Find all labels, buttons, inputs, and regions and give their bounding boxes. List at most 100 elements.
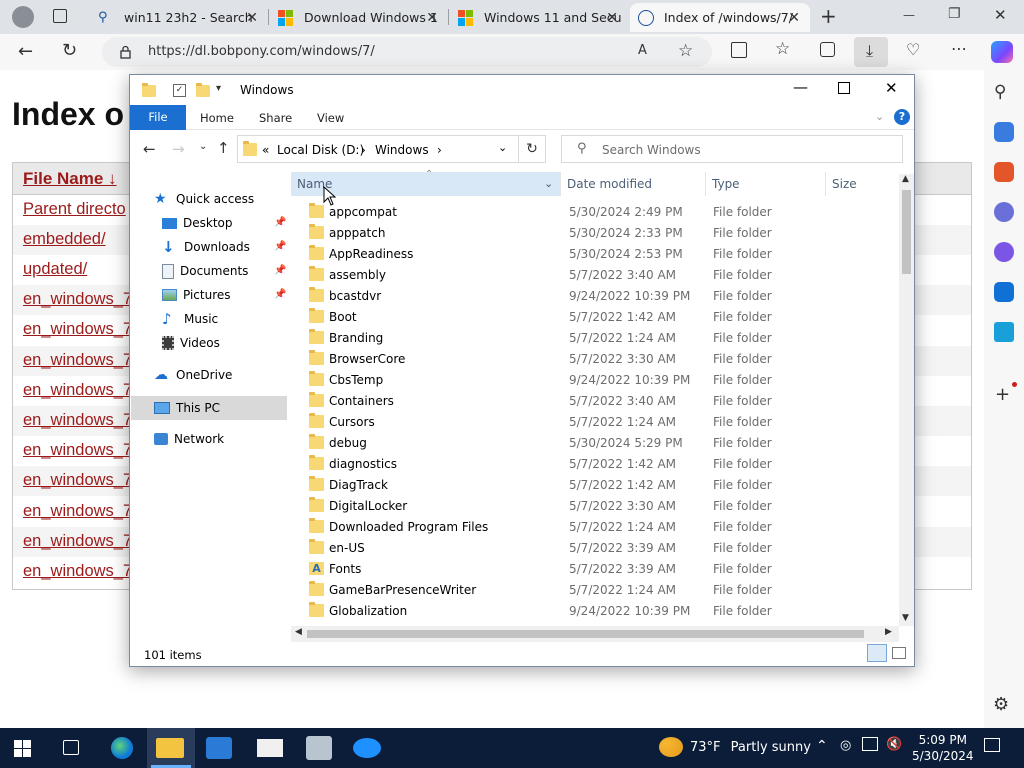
search-box[interactable]: ⚲ Search Windows	[561, 135, 903, 163]
favorite-star-icon[interactable]: ☆	[678, 41, 693, 61]
large-icons-view-icon[interactable]	[892, 647, 906, 659]
pin-icon[interactable]: 📌	[274, 265, 286, 276]
refresh-button[interactable]: ↻	[519, 135, 546, 163]
read-aloud-icon[interactable]: A	[638, 43, 647, 58]
search-icon[interactable]: ⚲	[994, 82, 1006, 102]
file-row[interactable]: debug 5/30/2024 5:29 PM File folder	[291, 433, 899, 454]
scroll-down-icon[interactable]: ▼	[902, 613, 909, 623]
column-dropdown-icon[interactable]: ⌄	[544, 172, 553, 196]
weather-widget[interactable]: 73°F Partly sunny	[690, 740, 811, 755]
tab-index-of-windows[interactable]: Index of /windows/7/ ✕	[630, 3, 810, 32]
row-link[interactable]: embedded/	[23, 230, 106, 249]
file-row[interactable]: AppReadiness 5/30/2024 2:53 PM File folder	[291, 244, 899, 265]
refresh-icon[interactable]: ↻	[62, 40, 77, 61]
row-link[interactable]: en_windows_7	[23, 562, 132, 581]
file-row[interactable]: Containers 5/7/2022 3:40 AM File folder	[291, 391, 899, 412]
show-hidden-icons-chevron-icon[interactable]: ⌃	[816, 738, 828, 754]
column-size[interactable]: Size	[826, 172, 899, 196]
ribbon-tab-view[interactable]: View	[317, 111, 344, 125]
browser-essentials-icon[interactable]: ♡	[906, 40, 920, 59]
file-row[interactable]: assembly 5/7/2022 3:40 AM File folder	[291, 265, 899, 286]
start-button[interactable]	[14, 740, 32, 757]
close-button[interactable]: ✕	[885, 79, 898, 97]
expand-ribbon-icon[interactable]: ⌄	[875, 110, 884, 123]
file-row[interactable]: Globalization 9/24/2022 10:39 PM File fold…	[291, 601, 899, 622]
breadcrumb-overflow[interactable]: «	[262, 143, 269, 157]
file-row[interactable]: apppatch 5/30/2024 2:33 PM File folder	[291, 223, 899, 244]
network-tray-icon[interactable]	[862, 737, 878, 751]
more-menu-icon[interactable]: ⋯	[951, 39, 967, 58]
breadcrumb-local-disk[interactable]: Local Disk (D:)	[277, 143, 364, 157]
nav-desktop[interactable]: Desktop	[162, 212, 233, 234]
ribbon-tab-file[interactable]: File	[130, 105, 186, 130]
nav-documents[interactable]: Documents	[162, 260, 248, 282]
add-sidebar-app-icon[interactable]: +	[995, 384, 1010, 405]
new-tab-button[interactable]: +	[820, 4, 837, 28]
health-app-icon[interactable]	[353, 738, 381, 758]
row-link[interactable]: en_windows_7	[23, 381, 132, 400]
tab-search[interactable]: ⚲ win11 23h2 - Search ✕	[90, 3, 268, 32]
file-row[interactable]: Downloaded Program Files 5/7/2022 1:24 AM…	[291, 517, 899, 538]
nav-videos[interactable]: Videos	[162, 332, 220, 354]
row-link[interactable]: Parent directo	[23, 200, 126, 219]
scroll-left-icon[interactable]: ◀	[295, 627, 302, 637]
horizontal-scrollbar[interactable]: ◀ ▶	[291, 626, 899, 642]
weather-icon[interactable]	[659, 737, 683, 757]
downloads-button[interactable]: ⤓	[854, 37, 888, 67]
games-icon[interactable]	[994, 202, 1014, 222]
minimize-button[interactable]: —	[793, 78, 808, 96]
breadcrumb-separator[interactable]: ›	[361, 143, 366, 157]
scrollbar-thumb[interactable]	[307, 630, 864, 638]
ribbon-tab-home[interactable]: Home	[200, 111, 234, 125]
store-app-icon[interactable]	[206, 737, 232, 759]
scroll-right-icon[interactable]: ▶	[885, 627, 892, 637]
row-link[interactable]: en_windows_7	[23, 502, 132, 521]
forward-arrow-icon[interactable]: →	[172, 140, 185, 158]
settings-gear-icon[interactable]: ⚙	[993, 694, 1009, 715]
volume-muted-icon[interactable]: 🔇	[886, 737, 902, 752]
file-row[interactable]: BrowserCore 5/7/2022 3:30 AM File folder	[291, 349, 899, 370]
outlook-icon[interactable]	[994, 282, 1014, 302]
help-icon[interactable]: ?	[894, 109, 910, 125]
nav-pictures[interactable]: Pictures	[162, 284, 231, 306]
back-arrow-icon[interactable]: ←	[18, 41, 33, 62]
close-browser-button[interactable]: ✕	[994, 6, 1007, 24]
pin-icon[interactable]: 📌	[274, 241, 286, 252]
close-tab-icon[interactable]: ✕	[606, 10, 618, 26]
file-row[interactable]: Boot 5/7/2022 1:42 AM File folder	[291, 307, 899, 328]
nav-music[interactable]: ♪ Music	[162, 308, 218, 330]
file-row[interactable]: CbsTemp 9/24/2022 10:39 PM File folder	[291, 370, 899, 391]
office-icon[interactable]	[994, 242, 1014, 262]
address-bar[interactable]: https://dl.bobpony.com/windows/7/ A ☆	[102, 37, 712, 67]
file-row[interactable]: Cursors 5/7/2022 1:24 AM File folder	[291, 412, 899, 433]
row-link[interactable]: en_windows_7	[23, 320, 132, 339]
system-clock[interactable]: 5:09 PM 5/30/2024	[912, 732, 974, 764]
back-arrow-icon[interactable]: ←	[143, 140, 156, 158]
properties-icon[interactable]: ✓	[173, 84, 186, 97]
scrollbar-thumb[interactable]	[902, 190, 911, 274]
tab-actions-icon[interactable]	[53, 9, 67, 23]
nav-this-pc[interactable]: This PC	[154, 397, 220, 419]
details-view-icon[interactable]	[867, 644, 887, 662]
vertical-scrollbar[interactable]: ▲ ▼	[899, 174, 914, 626]
row-link[interactable]: en_windows_7	[23, 471, 132, 490]
file-row[interactable]: Branding 5/7/2022 1:24 AM File folder	[291, 328, 899, 349]
shopping-tag-icon[interactable]	[994, 122, 1014, 142]
close-tab-icon[interactable]: ✕	[246, 10, 258, 26]
file-row[interactable]: en-US 5/7/2022 3:39 AM File folder	[291, 538, 899, 559]
pin-icon[interactable]: 📌	[274, 217, 286, 228]
tab-windows11-security[interactable]: Windows 11 and Secu ✕	[450, 3, 628, 32]
task-view-icon[interactable]	[63, 740, 79, 755]
tab-download-windows[interactable]: Download Windows 1 ✕	[270, 3, 448, 32]
minimize-browser-button[interactable]: —	[903, 8, 915, 22]
address-dropdown-icon[interactable]: ⌄	[498, 141, 507, 154]
file-row[interactable]: bcastdvr 9/24/2022 10:39 PM File folder	[291, 286, 899, 307]
nav-downloads[interactable]: ↓ Downloads	[162, 236, 250, 258]
file-row[interactable]: DigitalLocker 5/7/2022 3:30 AM File folder	[291, 496, 899, 517]
quick-access-toolbar-dropdown-icon[interactable]: ▾	[216, 83, 221, 94]
nav-onedrive[interactable]: ☁ OneDrive	[154, 364, 232, 386]
file-row[interactable]: diagnostics 5/7/2022 1:42 AM File folder	[291, 454, 899, 475]
row-link[interactable]: updated/	[23, 260, 87, 279]
send-icon[interactable]	[994, 322, 1014, 342]
file-row[interactable]: appcompat 5/30/2024 2:49 PM File folder	[291, 202, 899, 223]
